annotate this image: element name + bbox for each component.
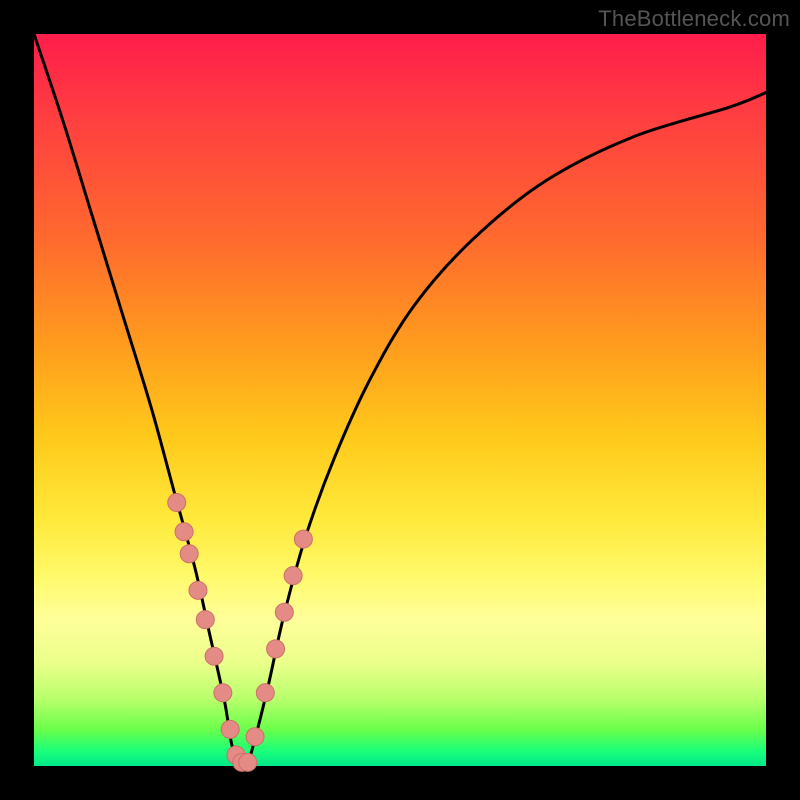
plot-area [34,34,766,766]
chart-frame: TheBottleneck.com [0,0,800,800]
data-marker [180,545,198,563]
data-marker [175,523,193,541]
bottleneck-curve-path [34,34,766,769]
data-marker [239,753,257,771]
data-marker [246,728,264,746]
data-marker [189,581,207,599]
marker-group [168,493,313,771]
data-marker [267,640,285,658]
data-marker [168,493,186,511]
data-marker [221,720,239,738]
data-marker [256,684,274,702]
data-marker [275,603,293,621]
data-marker [196,611,214,629]
data-marker [205,647,223,665]
data-marker [214,684,232,702]
watermark-text: TheBottleneck.com [598,6,790,32]
data-marker [284,567,302,585]
data-marker [294,530,312,548]
bottleneck-curve [34,34,766,769]
chart-svg [34,34,766,766]
